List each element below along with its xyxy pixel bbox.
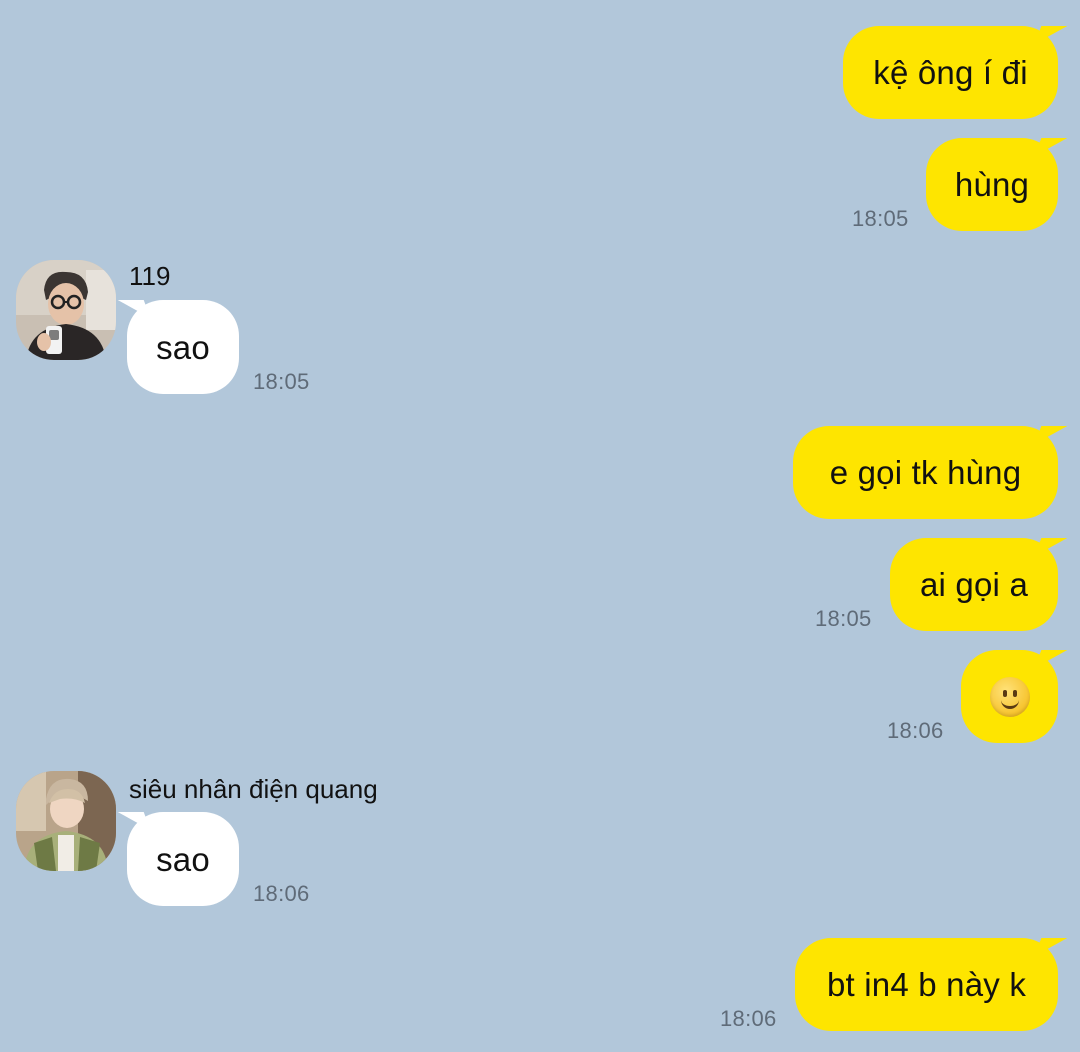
message-timestamp: 18:05 [253, 369, 310, 394]
message-bubble-outgoing[interactable] [961, 650, 1068, 743]
profile-photo-icon [16, 771, 116, 871]
message-text: e gọi tk hùng [829, 454, 1022, 491]
sender-name: 119 [129, 261, 171, 291]
message-timestamp: 18:06 [887, 718, 944, 743]
message-bubble-incoming[interactable]: sao [117, 300, 239, 394]
message-text: bt in4 b này k [826, 966, 1027, 1003]
avatar[interactable] [16, 771, 116, 871]
message-bubble-incoming[interactable]: sao [117, 812, 239, 906]
message-timestamp: 18:05 [815, 606, 872, 631]
message-timestamp: 18:06 [253, 881, 310, 906]
message-text: ai gọi a [919, 566, 1028, 603]
slightly-smiling-face-icon [989, 676, 1030, 717]
avatar[interactable] [16, 260, 116, 360]
message-text: sao [156, 328, 210, 366]
message-timestamp: 18:05 [852, 206, 909, 231]
message-bubble-outgoing[interactable]: ai gọi a [890, 538, 1068, 631]
message-text: hùng [954, 166, 1030, 203]
message-bubble-outgoing[interactable]: hùng [926, 138, 1068, 231]
message-timestamp: 18:06 [720, 1006, 777, 1031]
message-text: kệ ông í đi [873, 54, 1028, 91]
profile-photo-icon [16, 260, 116, 360]
chat-thread: kệ ông í đi hùng 18:05 119 sao 18:05 e g… [0, 0, 1080, 1052]
message-text: sao [156, 840, 210, 878]
sender-name: siêu nhân điện quang [129, 774, 378, 804]
message-bubble-outgoing[interactable]: kệ ông í đi [843, 26, 1068, 119]
message-bubble-outgoing[interactable]: e gọi tk hùng [793, 426, 1068, 519]
message-bubble-outgoing[interactable]: bt in4 b này k [795, 938, 1068, 1031]
